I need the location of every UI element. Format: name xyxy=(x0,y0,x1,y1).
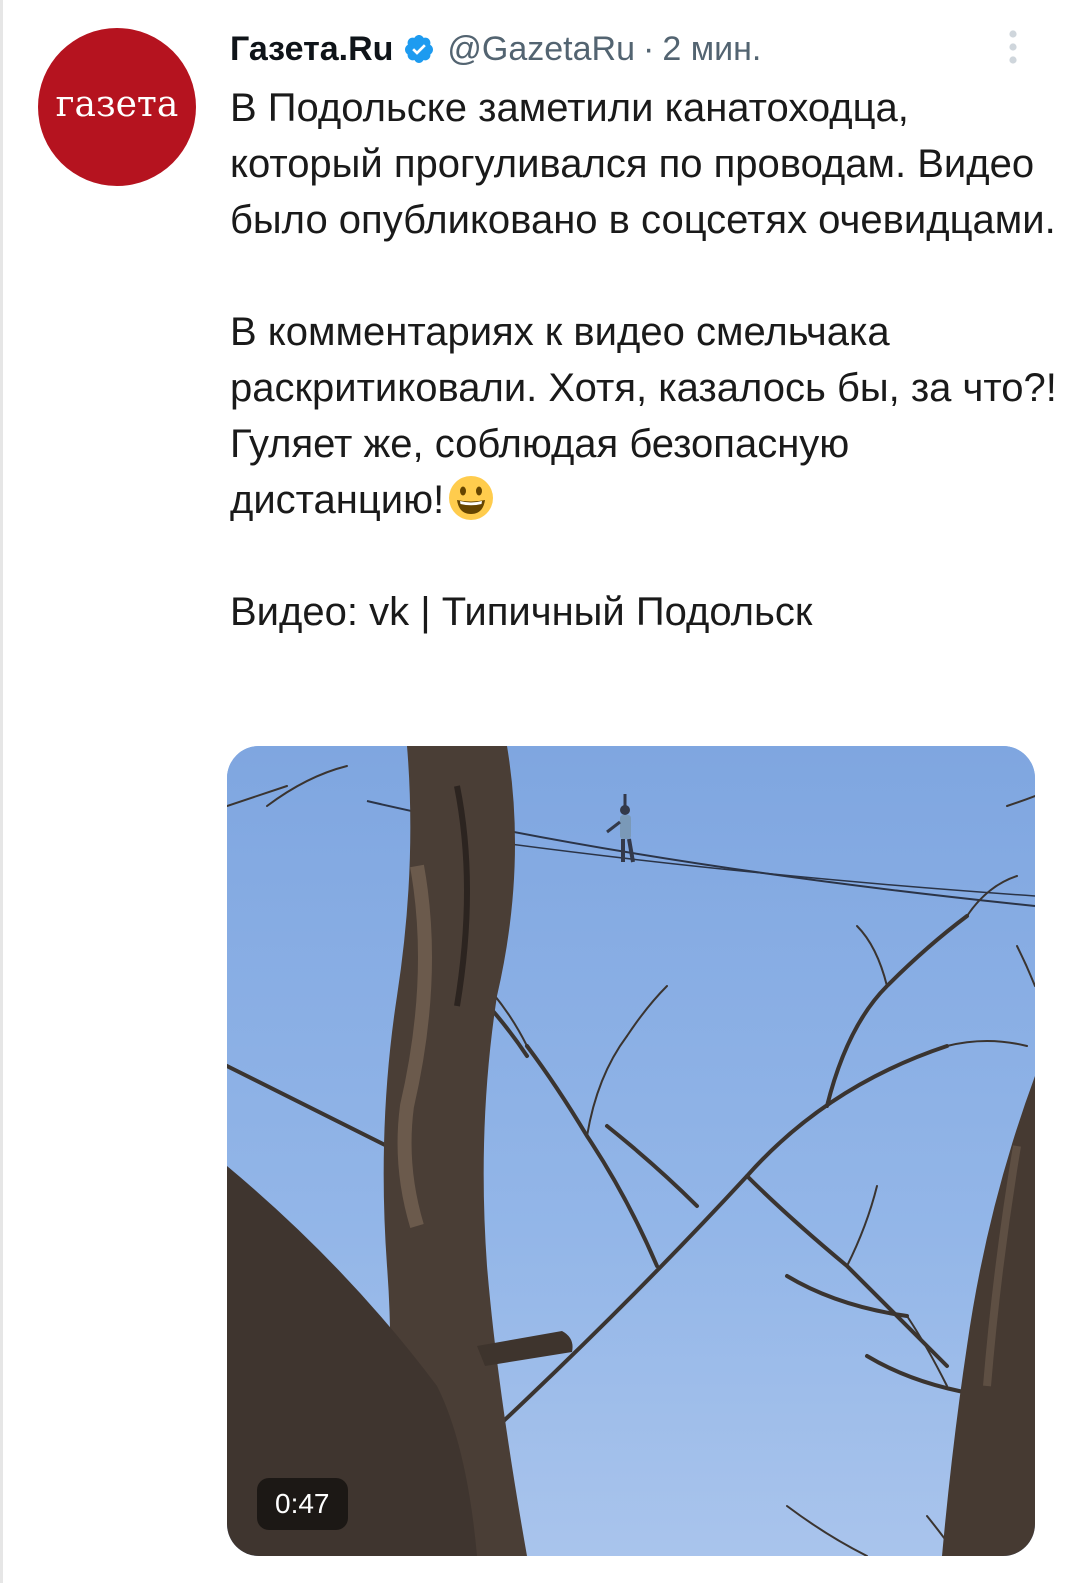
avatar-logo-text: газета xyxy=(55,84,179,125)
timestamp[interactable]: 2 мин. xyxy=(662,30,761,69)
tweet-paragraph-2: В комментариях к видео смельчака раскрит… xyxy=(230,304,1060,528)
video-player[interactable]: 0:47 xyxy=(227,746,1035,1556)
separator-dot: · xyxy=(643,29,655,68)
verified-badge-icon xyxy=(403,33,435,65)
more-vertical-icon[interactable] xyxy=(996,28,1030,68)
video-duration-badge: 0:47 xyxy=(257,1478,348,1530)
column-divider xyxy=(0,0,3,1583)
tweet-paragraph-1: В Подольске заметили канатоходца, которы… xyxy=(230,86,1056,242)
grinning-face-emoji-icon xyxy=(446,473,496,523)
tweet-paragraph-3: Видео: vk | Типичный Подольск xyxy=(230,590,813,634)
handle[interactable]: @GazetaRu xyxy=(447,30,635,69)
tweet-text: В Подольске заметили канатоходца, которы… xyxy=(230,80,1060,640)
display-name[interactable]: Газета.Ru xyxy=(230,30,393,69)
video-thumbnail xyxy=(227,746,1035,1556)
avatar[interactable]: газета xyxy=(38,28,196,186)
tweet-paragraph-2-text: В комментариях к видео смельчака раскрит… xyxy=(230,310,1057,522)
tweet-header: Газета.Ru @GazetaRu · 2 мин. xyxy=(230,26,761,72)
